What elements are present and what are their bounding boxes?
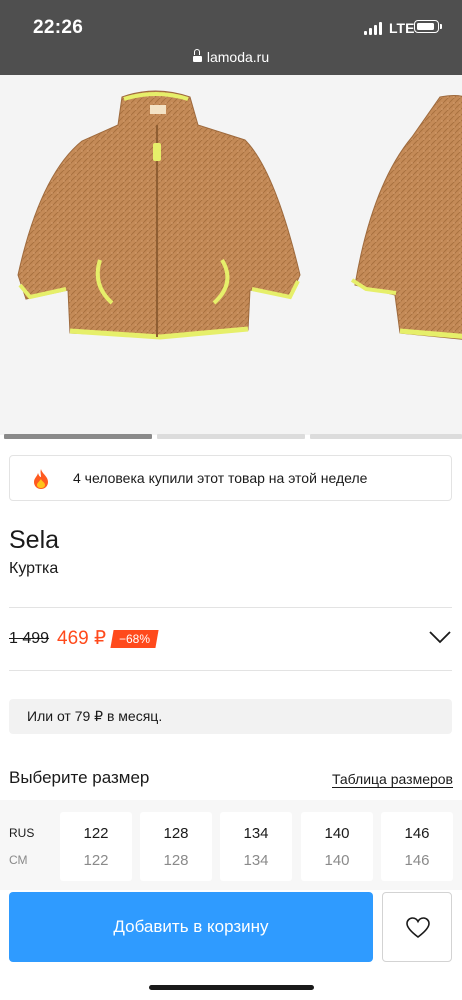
new-price: 469 ₽ [57,628,107,649]
home-indicator [149,985,314,990]
product-brand[interactable]: Sela [9,526,59,555]
product-image [17,90,462,340]
product-type: Куртка [9,560,59,577]
jacket-side-view [350,95,462,340]
social-proof-text: 4 человека купили этот товар на этой нед… [73,470,368,486]
size-option[interactable]: 140 140 [301,812,373,881]
fire-icon [34,469,48,489]
size-table-link[interactable]: Таблица размеров [331,771,453,788]
size-label-rus: RUS [9,826,35,840]
gallery-pagination [0,434,462,439]
signal-icon [364,22,384,35]
lock-icon [192,49,202,62]
installment-text: Или от 79 ₽ в месяц. [27,708,163,724]
status-time: 22:26 [33,17,84,38]
size-label-cm: СМ [9,853,28,867]
divider [9,670,452,671]
social-proof-banner: 4 человека купили этот товар на этой нед… [9,455,452,501]
old-price: 1 499 [9,630,50,647]
heart-icon [406,917,430,939]
size-option[interactable]: 134 134 [220,812,292,881]
size-option[interactable]: 122 122 [60,812,132,881]
status-bar: 22:26 LTE lamoda.ru [0,0,462,75]
size-option[interactable]: 146 146 [381,812,453,881]
divider [9,607,452,608]
product-gallery[interactable] [0,75,462,435]
jacket-main-view [17,90,301,340]
chevron-down-icon[interactable] [428,630,452,644]
url-text: lamoda.ru [206,49,270,65]
wishlist-button[interactable] [382,892,452,962]
network-type: LTE [389,20,415,36]
battery-icon [414,20,439,33]
installment-info[interactable]: Или от 79 ₽ в месяц. [9,699,452,734]
discount-badge: −68% [110,630,159,648]
size-option[interactable]: 128 128 [140,812,212,881]
size-section-title: Выберите размер [9,768,150,787]
address-bar[interactable]: lamoda.ru [0,49,462,65]
add-to-cart-button[interactable]: Добавить в корзину [9,892,373,962]
